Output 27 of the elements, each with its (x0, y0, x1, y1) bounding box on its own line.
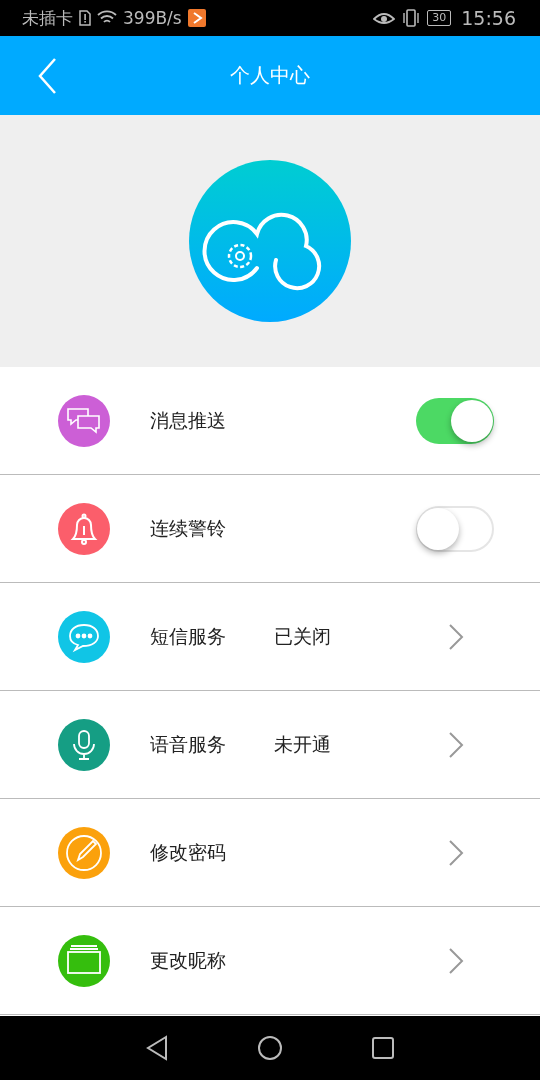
back-nav-icon[interactable] (145, 1035, 169, 1061)
page-title: 个人中心 (230, 62, 310, 89)
menu-item-label: 短信服务 (150, 623, 227, 649)
toggle-switch[interactable] (416, 397, 494, 444)
menu-item-label: 连续警铃 (150, 515, 227, 541)
vibrate-icon (401, 9, 422, 27)
clock-time: 15:56 (461, 7, 516, 29)
sim-icon (79, 10, 91, 26)
chevron-right-icon[interactable] (448, 730, 464, 759)
app-notification-icon (187, 9, 206, 27)
eye-icon (373, 10, 396, 26)
carrier-text: 未插卡 (22, 6, 73, 30)
home-nav-icon[interactable] (257, 1035, 283, 1061)
chevron-right-icon[interactable] (448, 838, 464, 867)
network-speed: 399B/s (123, 8, 182, 28)
toggle-switch[interactable] (416, 505, 494, 552)
service-status: 未开通 (274, 731, 331, 757)
service-status: 已关闭 (274, 623, 331, 649)
recents-nav-icon[interactable] (371, 1036, 395, 1060)
battery-indicator: 30 (427, 10, 452, 26)
menu-item-label: 语音服务 (150, 731, 227, 757)
menu-item-label: 消息推送 (150, 407, 227, 433)
menu-item-label: 更改昵称 (150, 947, 227, 973)
menu-item-label: 修改密码 (150, 839, 227, 865)
cloud-settings-logo-icon (189, 160, 351, 322)
chevron-right-icon[interactable] (448, 622, 464, 651)
chevron-right-icon[interactable] (448, 946, 464, 975)
